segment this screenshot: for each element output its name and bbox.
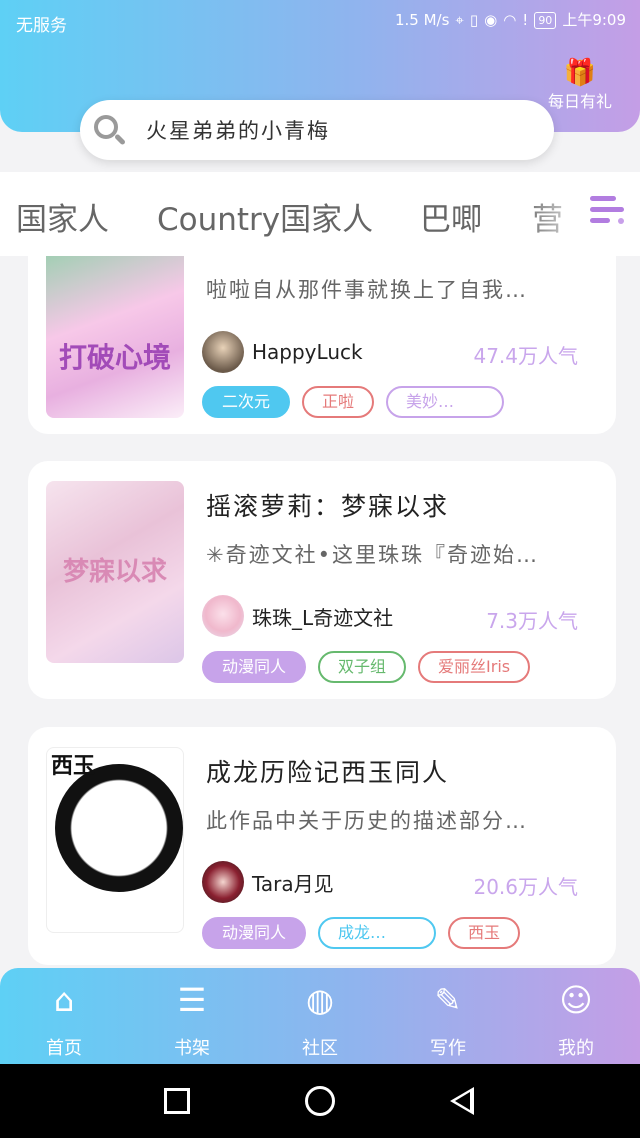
avatar bbox=[202, 595, 244, 637]
nav-label: 书架 bbox=[174, 1038, 210, 1059]
back-icon[interactable] bbox=[450, 1087, 474, 1115]
search-bar[interactable]: 火星弟弟的小青梅 bbox=[80, 100, 554, 160]
book-cover: 打破心境 bbox=[46, 256, 184, 418]
bottom-navigation: ⌂ 首页 ☰ 书架 ◍ 社区 ✎ 写作 ☺ 我的 bbox=[0, 968, 640, 1064]
author-name: HappyLuck bbox=[252, 340, 363, 364]
planet-icon: ◍ bbox=[306, 981, 334, 1019]
book-cover: 西玉 bbox=[46, 747, 184, 933]
tag[interactable]: 二次元 bbox=[202, 386, 291, 418]
status-icons: 1.5 M/s ⌖ ▯ ◉ ◠ ! 90 上午9:09 bbox=[395, 11, 626, 29]
nav-bookshelf[interactable]: ☰ 书架 bbox=[142, 978, 242, 1060]
popularity: 7.3万人气 bbox=[486, 609, 578, 633]
tab-category[interactable]: Country国家人 bbox=[157, 194, 373, 239]
home-circle-icon[interactable] bbox=[305, 1086, 335, 1116]
recent-apps-icon[interactable] bbox=[164, 1088, 190, 1114]
tag[interactable]: 成龙… bbox=[318, 917, 437, 949]
nav-community[interactable]: ◍ 社区 bbox=[270, 978, 370, 1060]
book-title: 成龙历险记西玉同人 bbox=[206, 758, 450, 787]
tag[interactable]: 双子组 bbox=[318, 651, 407, 683]
status-bar: 无服务 1.5 M/s ⌖ ▯ ◉ ◠ ! 90 上午9:09 bbox=[0, 0, 640, 44]
tag[interactable]: 动漫同人 bbox=[202, 917, 307, 949]
gift-label: 每日有礼 bbox=[547, 92, 612, 111]
popularity: 20.6万人气 bbox=[473, 875, 578, 899]
book-description: 此作品中关于历史的描述部分… bbox=[206, 809, 528, 833]
nav-label: 我的 bbox=[558, 1038, 594, 1059]
location-icon: ⌖ bbox=[455, 11, 464, 29]
bookshelf-icon: ☰ bbox=[177, 981, 207, 1019]
network-speed: 1.5 M/s bbox=[394, 11, 450, 29]
avatar bbox=[202, 331, 244, 373]
carrier-text: 无服务 bbox=[16, 16, 67, 36]
search-icon bbox=[92, 113, 127, 147]
cover-text: 西玉 bbox=[51, 754, 96, 779]
tag[interactable]: 正啦 bbox=[302, 386, 375, 418]
wifi-icon: ◠ bbox=[503, 11, 517, 29]
tag[interactable]: 爱丽丝Iris bbox=[418, 651, 531, 683]
tag-list: 动漫同人 成龙… 西玉 bbox=[202, 917, 521, 949]
nav-home[interactable]: ⌂ 首页 bbox=[14, 978, 114, 1060]
book-list: 打破心境 啦啦自从那件事就换上了自我… HappyLuck 47.4万人气 二次… bbox=[0, 256, 640, 968]
tab-category[interactable]: 国家人 bbox=[16, 194, 109, 239]
clock: 上午9:09 bbox=[562, 11, 626, 29]
popularity: 47.4万人气 bbox=[473, 344, 578, 368]
tab-category[interactable]: 巴唧 bbox=[420, 194, 482, 239]
tag-list: 动漫同人 双子组 爱丽丝Iris bbox=[202, 651, 531, 683]
cover-text: 打破心境 bbox=[58, 341, 171, 374]
tag-list: 二次元 正啦 美妙… bbox=[202, 386, 505, 418]
pen-icon: ✎ bbox=[434, 981, 462, 1019]
daily-gift-button[interactable]: 🎁 每日有礼 bbox=[538, 58, 622, 112]
category-tabs: 国家人 Country国家人 巴唧 营 bbox=[0, 172, 640, 256]
category-menu-icon[interactable] bbox=[590, 194, 624, 226]
nav-label: 首页 bbox=[46, 1038, 82, 1059]
cover-text: 梦寐以求 bbox=[62, 557, 167, 587]
avatar bbox=[202, 861, 244, 903]
nav-label: 写作 bbox=[430, 1038, 466, 1059]
alert-icon: ! bbox=[522, 11, 529, 29]
book-description: ✳奇迹文社•这里珠珠『奇迹始… bbox=[206, 543, 539, 567]
book-card[interactable]: 西玉 成龙历险记西玉同人 此作品中关于历史的描述部分… Tara月见 20.6万… bbox=[28, 727, 616, 965]
cover-art bbox=[55, 764, 183, 892]
system-navigation-bar bbox=[0, 1064, 640, 1138]
battery-icon: 90 bbox=[534, 11, 557, 29]
book-title: 摇滚萝莉：梦寐以求 bbox=[206, 492, 450, 521]
tag[interactable]: 动漫同人 bbox=[202, 651, 307, 683]
user-icon: ☺ bbox=[559, 981, 593, 1019]
author-info: 珠珠_L奇迹文社 bbox=[202, 595, 393, 637]
author-info: HappyLuck bbox=[202, 331, 363, 373]
book-card[interactable]: 梦寐以求 摇滚萝莉：梦寐以求 ✳奇迹文社•这里珠珠『奇迹始… 珠珠_L奇迹文社 … bbox=[28, 461, 616, 699]
eye-icon: ◉ bbox=[484, 11, 498, 29]
book-cover: 梦寐以求 bbox=[46, 481, 184, 663]
author-name: 珠珠_L奇迹文社 bbox=[252, 605, 394, 630]
tag[interactable]: 西玉 bbox=[448, 917, 521, 949]
vibrate-icon: ▯ bbox=[469, 11, 479, 29]
book-description: 啦啦自从那件事就换上了自我… bbox=[206, 278, 528, 302]
tag[interactable]: 美妙… bbox=[386, 386, 505, 418]
nav-profile[interactable]: ☺ 我的 bbox=[526, 978, 626, 1060]
author-name: Tara月见 bbox=[252, 871, 334, 896]
gift-icon: 🎁 bbox=[563, 58, 597, 88]
book-card[interactable]: 打破心境 啦啦自从那件事就换上了自我… HappyLuck 47.4万人气 二次… bbox=[28, 256, 616, 434]
nav-label: 社区 bbox=[302, 1038, 338, 1059]
home-icon: ⌂ bbox=[53, 981, 75, 1019]
author-info: Tara月见 bbox=[202, 861, 334, 903]
nav-write[interactable]: ✎ 写作 bbox=[398, 978, 498, 1060]
search-input[interactable]: 火星弟弟的小青梅 bbox=[146, 115, 330, 145]
